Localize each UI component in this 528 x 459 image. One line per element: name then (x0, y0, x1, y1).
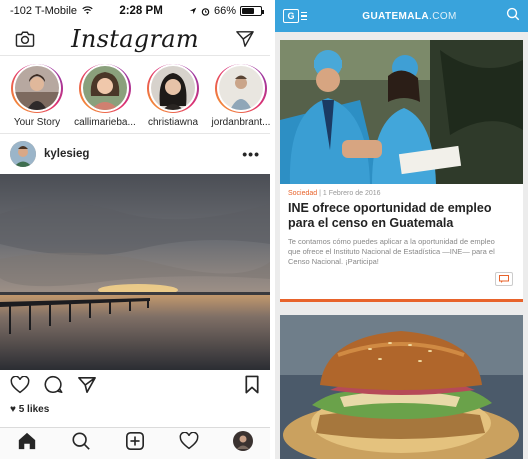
home-icon[interactable] (17, 431, 37, 456)
avatar (219, 66, 263, 111)
guatemala-screen: G GUATEMALA.COM Sociedad | 1 Febrero de … (275, 0, 528, 459)
story-item[interactable]: callimarieba... (74, 64, 136, 127)
comment-icon[interactable] (44, 375, 63, 399)
story-item[interactable]: Your Story (6, 64, 68, 127)
article-meta: Sociedad | 1 Febrero de 2016 (288, 190, 515, 197)
card-accent-divider (280, 299, 523, 302)
avatar[interactable] (10, 141, 36, 167)
article-card[interactable] (280, 315, 523, 459)
plus-square-icon[interactable] (125, 431, 145, 456)
story-item[interactable]: jordanbrant... (210, 64, 270, 127)
instagram-nav-bar: Instagram (0, 22, 270, 56)
battery-icon (240, 6, 264, 16)
carrier-label: -102 T-Mobile (10, 5, 93, 17)
alarm-icon (201, 7, 210, 16)
camera-icon[interactable] (12, 26, 38, 52)
article-category[interactable]: Sociedad (288, 190, 317, 197)
avatar[interactable] (233, 431, 253, 456)
search-icon[interactable] (71, 431, 91, 456)
site-logo[interactable]: G (283, 9, 299, 23)
article-date: 1 Febrero de 2016 (322, 190, 381, 197)
stories-tray: Your Story callimarieba... christiawna j… (0, 56, 270, 134)
likes-text: 5 likes (18, 404, 50, 414)
post-username[interactable]: kylesieg (44, 148, 242, 160)
location-icon (189, 7, 197, 15)
article-image[interactable] (280, 40, 523, 184)
battery-percent: 66% (213, 5, 236, 17)
post-image[interactable] (0, 174, 270, 370)
post-actions (0, 370, 270, 404)
site-name-main: GUATEMALA (362, 10, 430, 22)
site-name-suffix: .COM (429, 10, 457, 22)
heart-icon[interactable] (10, 375, 30, 399)
carrier-text: -102 T-Mobile (10, 5, 78, 17)
battery-fill (242, 8, 254, 14)
article-body: Sociedad | 1 Febrero de 2016 INE ofrece … (280, 184, 523, 267)
story-name: jordanbrant... (211, 116, 270, 127)
paper-plane-icon[interactable] (77, 376, 97, 399)
likes-heart-icon: ♥ (10, 404, 16, 414)
more-options-icon[interactable]: ••• (242, 146, 260, 162)
site-name[interactable]: GUATEMALA.COM (313, 11, 506, 22)
story-item[interactable]: christiawna (142, 64, 204, 127)
bottom-tab-bar (0, 427, 270, 459)
article-image[interactable] (280, 315, 523, 459)
article-card[interactable]: Sociedad | 1 Febrero de 2016 INE ofrece … (280, 40, 523, 302)
post-header: kylesieg ••• (0, 134, 270, 174)
story-name: Your Story (13, 116, 61, 127)
status-bar: -102 T-Mobile 2:28 PM 66% (0, 0, 270, 22)
status-right: 66% (189, 5, 264, 17)
article-title[interactable]: INE ofrece oportunidad de empleo para el… (288, 201, 515, 231)
avatar (83, 66, 127, 111)
instagram-screen: -102 T-Mobile 2:28 PM 66% Instagram Your… (0, 0, 270, 459)
search-icon[interactable] (506, 7, 520, 26)
bookmark-icon[interactable] (244, 375, 260, 399)
site-header: G GUATEMALA.COM (275, 0, 528, 32)
clock: 2:28 PM (119, 5, 163, 17)
comment-icon[interactable] (495, 272, 513, 286)
heart-icon[interactable] (179, 431, 199, 455)
avatar (15, 66, 59, 111)
avatar (151, 66, 195, 111)
story-name: christiawna (147, 116, 199, 127)
article-excerpt: Te contamos cómo puedes aplicar a la opo… (288, 237, 495, 266)
wifi-icon (82, 6, 93, 15)
story-name: callimarieba... (74, 116, 136, 127)
menu-icon[interactable] (301, 11, 307, 21)
likes-count: ♥ 5 likes (0, 404, 270, 414)
paper-plane-icon[interactable] (232, 26, 258, 52)
instagram-logo: Instagram (71, 24, 199, 53)
